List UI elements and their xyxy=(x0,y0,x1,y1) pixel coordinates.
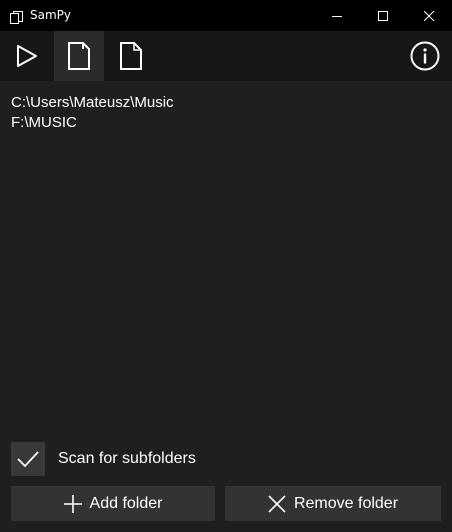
play-button[interactable] xyxy=(2,31,52,81)
scan-subfolders-label: Scan for subfolders xyxy=(58,450,196,467)
info-icon xyxy=(410,41,440,71)
toolbar xyxy=(0,31,452,81)
maximize-button[interactable] xyxy=(360,0,406,31)
maximize-icon xyxy=(378,10,388,21)
app-icon xyxy=(10,9,23,24)
minimize-button[interactable] xyxy=(314,0,360,31)
title-bar[interactable]: SamPy xyxy=(0,0,452,31)
list-item[interactable]: F:\MUSIC xyxy=(11,113,441,133)
window-title: SamPy xyxy=(30,8,71,22)
folder-page-icon xyxy=(68,42,90,70)
plus-icon xyxy=(63,494,82,513)
close-icon xyxy=(268,494,286,513)
close-icon xyxy=(424,10,434,21)
scan-subfolders-row[interactable]: Scan for subfolders xyxy=(11,442,196,476)
remove-folder-button[interactable]: Remove folder xyxy=(225,486,441,521)
close-button[interactable] xyxy=(406,0,452,31)
folders-tab-button[interactable] xyxy=(54,31,104,81)
list-item[interactable]: C:\Users\Mateusz\Music xyxy=(11,93,441,113)
add-folder-button[interactable]: Add folder xyxy=(11,486,215,521)
remove-folder-label: Remove folder xyxy=(293,494,399,512)
folder-list[interactable]: C:\Users\Mateusz\Music F:\MUSIC xyxy=(11,93,441,133)
file-button[interactable] xyxy=(106,31,156,81)
play-icon xyxy=(17,45,37,67)
add-folder-label: Add folder xyxy=(89,494,163,512)
checkmark-icon xyxy=(17,451,39,468)
app-window: SamPy C:\Users\Mateusz\Music F:\MUSIC Sc… xyxy=(0,0,452,532)
file-icon xyxy=(120,42,142,70)
info-button[interactable] xyxy=(400,31,450,81)
scan-subfolders-checkbox[interactable] xyxy=(11,442,45,476)
minimize-icon xyxy=(332,15,342,17)
